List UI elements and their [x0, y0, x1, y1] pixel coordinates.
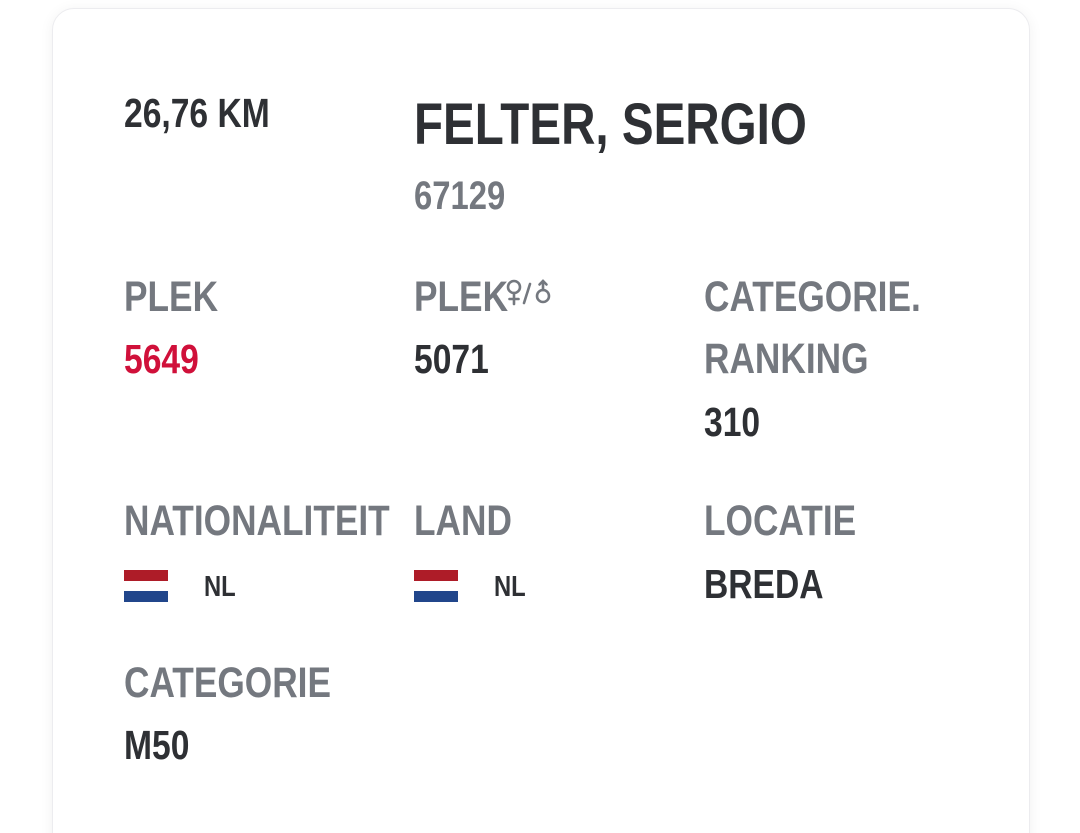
location-label: LOCATIE [704, 497, 857, 545]
category-value: M50 [124, 722, 190, 768]
place-gender-value: 5071 [414, 336, 489, 382]
country-code: NL [494, 571, 526, 603]
location-value: BREDA [704, 561, 824, 607]
gender-female-male-icon [506, 279, 551, 306]
place-value: 5649 [124, 336, 199, 382]
place-label: PLEK [124, 273, 219, 321]
bib-number: 67129 [414, 174, 506, 218]
place-gender-label: PLEK [414, 273, 509, 321]
nationality-code: NL [204, 571, 236, 603]
nationality-label: NATIONALITEIT [124, 497, 390, 545]
category-ranking-label: CATEGORIE. [704, 273, 921, 321]
netherlands-flag-icon [414, 570, 458, 602]
distance-value: 26,76 KM [124, 90, 270, 136]
category-ranking-label-line2: RANKING [704, 335, 869, 383]
participant-name: FELTER, SERGIO [414, 92, 807, 157]
category-ranking-value: 310 [704, 399, 761, 445]
country-label: LAND [414, 497, 512, 545]
category-label: CATEGORIE [124, 659, 331, 707]
netherlands-flag-icon [124, 570, 168, 602]
